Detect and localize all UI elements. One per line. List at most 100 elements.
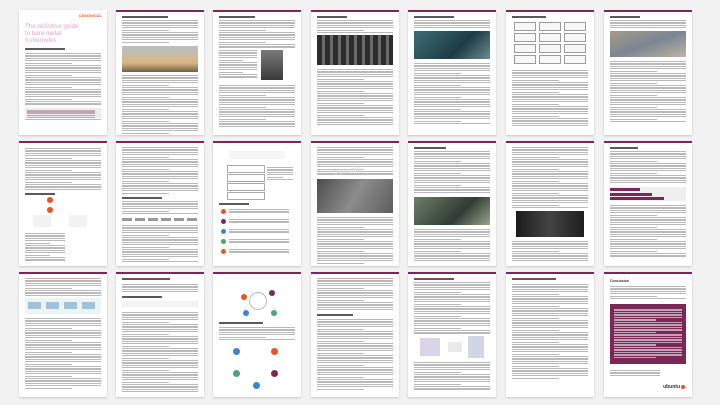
text-line: [27, 110, 95, 112]
text-line: [414, 94, 490, 96]
table-row-accent: [610, 188, 640, 191]
logo-mark: [161, 218, 171, 221]
text-line: [122, 314, 198, 316]
diagram-box: [227, 165, 265, 173]
text-line: [512, 98, 588, 100]
text-line: [219, 104, 295, 106]
text-line: [122, 288, 198, 290]
page-header-bar: [604, 141, 692, 143]
text-line: [414, 158, 490, 160]
document-page: TAX NOW: [311, 141, 399, 266]
text-line: [219, 22, 295, 24]
section-heading: [219, 203, 249, 205]
text-line: [512, 168, 560, 170]
text-line: [122, 106, 198, 108]
text-line: [317, 24, 393, 26]
text-line: [610, 163, 686, 165]
network-node: [271, 370, 278, 377]
text-line: [25, 233, 65, 235]
text-line: [317, 151, 393, 153]
text-line: [122, 232, 198, 234]
text-line: [25, 327, 73, 329]
text-line: [414, 289, 490, 291]
text-line: [122, 362, 198, 364]
text-line: [219, 109, 295, 111]
text-line: [610, 167, 686, 169]
text-line: [317, 226, 365, 228]
text-line: [122, 333, 170, 335]
text-line: [614, 351, 682, 353]
text-line: [25, 356, 101, 358]
page-header-bar: [311, 272, 399, 274]
text-line: [122, 326, 198, 328]
text-line: [122, 227, 198, 229]
text-line: [122, 241, 198, 243]
text-line: [25, 69, 101, 71]
text-line: [512, 171, 588, 173]
text-line: [414, 70, 490, 72]
text-line: [317, 163, 393, 165]
text-line: [610, 295, 658, 297]
diagram-box: [514, 33, 536, 42]
text-line: [414, 362, 490, 364]
text-line: [610, 20, 686, 22]
text-line: [317, 245, 393, 247]
text-line: [512, 248, 588, 250]
diagram-box: [564, 33, 586, 42]
text-line: [414, 20, 490, 22]
text-line: [614, 309, 682, 311]
text-line: [27, 112, 95, 114]
illustration-panel: [420, 338, 440, 356]
text-line: [610, 217, 686, 219]
text-line: [25, 290, 101, 292]
text-line: [317, 331, 393, 333]
text-line: [229, 249, 289, 251]
text-line: [122, 251, 198, 253]
text-line: [25, 247, 65, 249]
text-line: [610, 286, 686, 288]
text-line: [317, 147, 393, 149]
text-line: [25, 259, 65, 261]
text-line: [219, 54, 257, 56]
text-line: [317, 285, 393, 287]
text-line: [414, 282, 490, 284]
text-line: [317, 119, 393, 121]
text-line: [610, 175, 686, 177]
text-line: [122, 328, 198, 330]
document-page: [116, 10, 204, 135]
text-line: [610, 170, 686, 172]
text-line: [414, 22, 490, 24]
text-line: [512, 96, 588, 98]
text-line: [610, 158, 686, 160]
text-line: [219, 36, 295, 38]
text-line: [122, 319, 198, 321]
text-line: [122, 286, 198, 288]
text-line: [414, 371, 462, 373]
text-line: [317, 121, 393, 123]
text-line: [512, 291, 588, 293]
text-line: [122, 94, 198, 96]
text-line: [414, 294, 490, 296]
text-line: [122, 372, 198, 374]
text-line: [512, 72, 588, 74]
text-line: [267, 176, 284, 178]
text-line: [414, 255, 490, 257]
text-line: [219, 27, 295, 29]
page-header-bar: [506, 141, 594, 143]
text-line: [610, 106, 658, 108]
text-line: [610, 224, 686, 226]
text-line: [610, 97, 686, 99]
text-line: [25, 91, 101, 93]
text-line: [317, 78, 365, 80]
text-line: [414, 250, 462, 252]
text-line: [25, 96, 101, 98]
text-line: [25, 150, 101, 152]
text-line: [317, 381, 393, 383]
text-line: [512, 243, 588, 245]
text-line: [610, 80, 686, 82]
text-line: [317, 328, 365, 330]
text-line: [317, 22, 393, 24]
text-line: [317, 309, 393, 311]
page-header-bar: [311, 10, 399, 12]
text-line: [25, 152, 101, 154]
